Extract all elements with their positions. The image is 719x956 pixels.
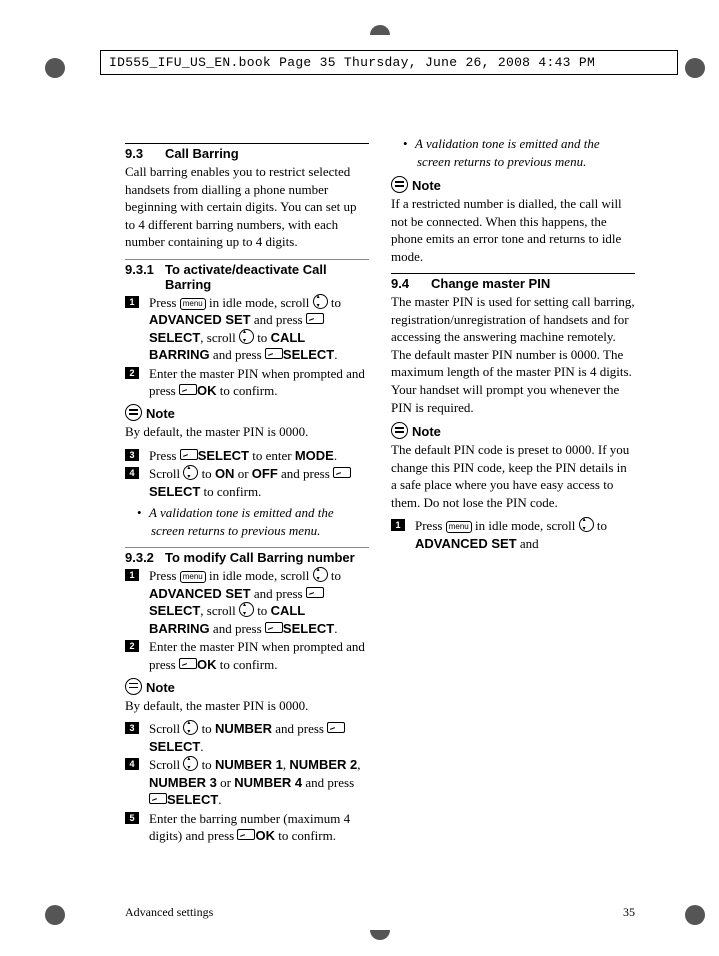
scroll-key-icon [313,567,328,582]
step: 4Scroll to NUMBER 1, NUMBER 2, NUMBER 3 … [125,756,369,809]
scroll-key-icon [183,720,198,735]
para: Call barring enables you to restrict sel… [125,163,369,251]
heading-9-3: 9.3Call Barring [125,143,369,161]
step: 3Press SELECT to enter MODE. [125,447,369,465]
softkey-icon [237,829,255,840]
page-number: 35 [623,905,635,920]
crop-mark [370,25,390,35]
menu-key-icon: menu [180,571,206,583]
softkey-icon [180,449,198,460]
step: 2Enter the master PIN when prompted and … [125,638,369,673]
step: 1Press menu in idle mode, scroll to ADVA… [125,567,369,637]
step: 2Enter the master PIN when prompted and … [125,365,369,400]
softkey-icon [179,384,197,395]
note-icon [125,678,142,695]
footer-section: Advanced settings [125,905,213,920]
crop-mark [45,58,65,78]
note-icon [391,176,408,193]
softkey-icon [265,348,283,359]
crop-mark [370,930,390,940]
softkey-icon [306,587,324,598]
softkey-icon [179,658,197,669]
note-heading: Note [125,404,369,421]
step: 4Scroll to ON or OFF and press SELECT to… [125,465,369,500]
note-icon [125,404,142,421]
menu-key-icon: menu [180,298,206,310]
step: 1Press menu in idle mode, scroll to ADVA… [125,294,369,364]
note-body: By default, the master PIN is 0000. [125,423,369,441]
softkey-icon [149,793,167,804]
crop-mark [685,905,705,925]
note-icon [391,422,408,439]
softkey-icon [327,722,345,733]
heading-9-3-1: 9.3.1To activate/deactivate Call Barring [125,259,369,292]
note-heading: Note [391,176,635,193]
heading-9-3-2: 9.3.2To modify Call Barring number [125,547,369,565]
menu-key-icon: menu [446,521,472,533]
scroll-key-icon [183,756,198,771]
note-heading: Note [391,422,635,439]
para: The master PIN is used for setting call … [391,293,635,416]
scroll-key-icon [579,517,594,532]
crop-mark [45,905,65,925]
note-body: By default, the master PIN is 0000. [125,697,369,715]
note-body: The default PIN code is preset to 0000. … [391,441,635,511]
step: 1Press menu in idle mode, scroll to ADVA… [391,517,635,552]
step: 3Scroll to NUMBER and press SELECT. [125,720,369,755]
sub-bullet: •A validation tone is emitted and the sc… [151,504,369,539]
softkey-icon [265,622,283,633]
page-content: 9.3Call Barring Call barring enables you… [125,135,635,905]
print-header: ID555_IFU_US_EN.book Page 35 Thursday, J… [100,50,678,75]
scroll-key-icon [239,329,254,344]
note-heading: Note [125,678,369,695]
crop-mark [685,58,705,78]
scroll-key-icon [239,602,254,617]
scroll-key-icon [313,294,328,309]
step: 5Enter the barring number (maximum 4 dig… [125,810,369,845]
heading-9-4: 9.4Change master PIN [391,273,635,291]
softkey-icon [333,467,351,478]
note-body: If a restricted number is dialled, the c… [391,195,635,265]
sub-bullet: •A validation tone is emitted and the sc… [417,135,635,170]
scroll-key-icon [183,465,198,480]
softkey-icon [306,313,324,324]
